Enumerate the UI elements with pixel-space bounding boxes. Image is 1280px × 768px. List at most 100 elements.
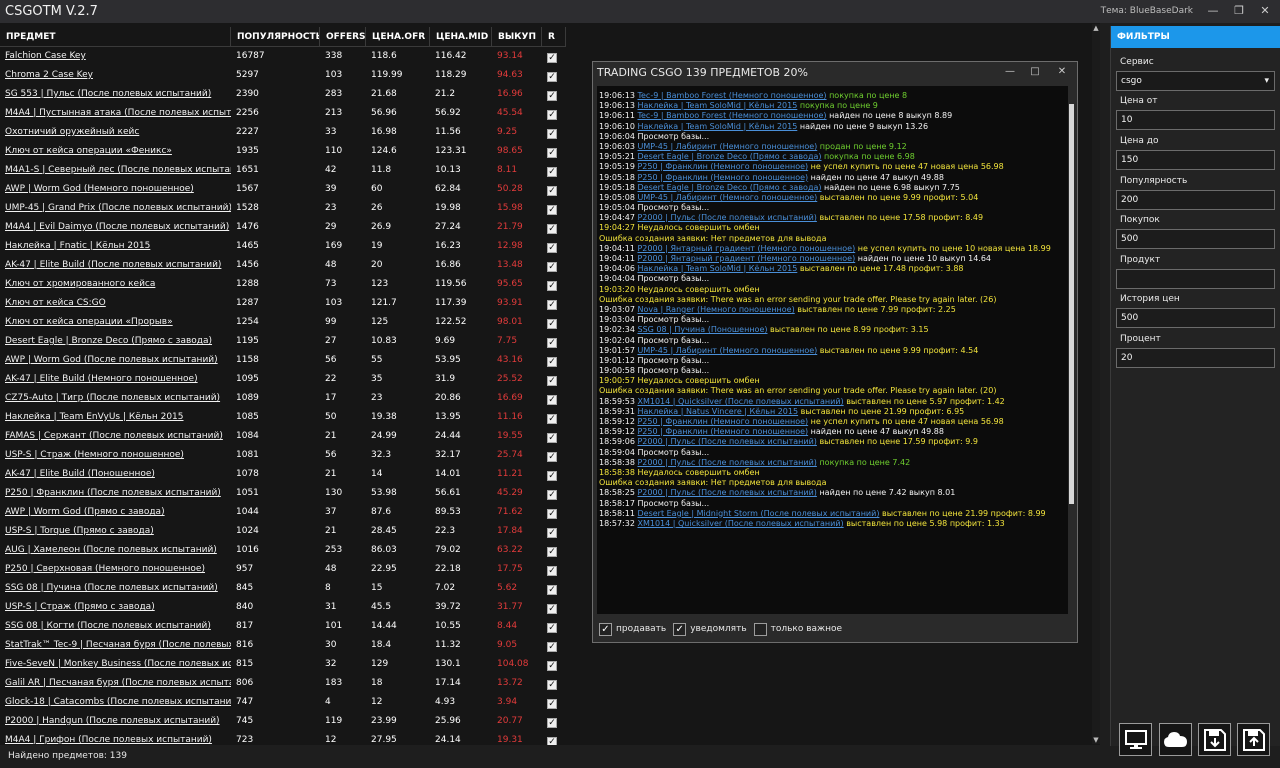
table-row[interactable]: SSG 08 | Когти (После полевых испытаний)…: [0, 617, 566, 636]
table-row[interactable]: Ключ от кейса CS:GO 1287 103 121.7 117.39 93.…: [0, 294, 566, 313]
item-name-cell[interactable]: Ключ от кейса операции «Прорыв»: [0, 313, 231, 332]
trading-maximize-icon[interactable]: □: [1026, 64, 1044, 80]
r-checkbox[interactable]: ✓: [547, 376, 557, 386]
table-row[interactable]: SG 553 | Пульс (После полевых испытаний)…: [0, 85, 566, 104]
log-item-link[interactable]: SSG 08 | Пучина (Поношенное): [637, 325, 767, 334]
log-item-link[interactable]: P2000 | Пульс (После полевых испытаний): [637, 488, 816, 497]
r-checkbox[interactable]: ✓: [547, 699, 557, 709]
item-name-cell[interactable]: CZ75-Auto | Тигр (После полевых испытани…: [0, 389, 231, 408]
item-name-cell[interactable]: AWP | Worm God (Прямо с завода): [0, 503, 231, 522]
r-checkbox[interactable]: ✓: [547, 53, 557, 63]
table-row[interactable]: AWP | Worm God (Немного поношенное) 1567 3…: [0, 180, 566, 199]
r-checkbox[interactable]: ✓: [547, 566, 557, 576]
item-name-cell[interactable]: AK-47 | Elite Build (Немного поношенное): [0, 370, 231, 389]
r-checkbox[interactable]: ✓: [547, 433, 557, 443]
table-row[interactable]: Galil AR | Песчаная буря (После полевых …: [0, 674, 566, 693]
log-item-link[interactable]: Desert Eagle | Midnight Storm (После пол…: [637, 509, 879, 518]
table-row[interactable]: CZ75-Auto | Тигр (После полевых испытани…: [0, 389, 566, 408]
table-row[interactable]: Наклейка | Fnatic | Кёльн 2015 1465 169 19 1…: [0, 237, 566, 256]
table-row[interactable]: USP-S | Torque (Прямо с завода) 1024 21 28.…: [0, 522, 566, 541]
item-name-cell[interactable]: StatTrak™ Tec-9 | Песчаная буря (После п…: [0, 636, 231, 655]
table-scrollbar[interactable]: ▲ ▼: [1092, 24, 1100, 744]
r-checkbox[interactable]: ✓: [547, 718, 557, 728]
item-name-cell[interactable]: Galil AR | Песчаная буря (После полевых …: [0, 674, 231, 693]
percent-input[interactable]: 20: [1116, 348, 1275, 368]
log-item-link[interactable]: P2000 | Пульс (После полевых испытаний): [637, 213, 816, 222]
item-name-cell[interactable]: Ключ от хромированного кейса: [0, 275, 231, 294]
log-item-link[interactable]: Desert Eagle | Bronze Deco (Прямо с заво…: [637, 152, 821, 161]
table-row[interactable]: AWP | Worm God (После полевых испытаний)…: [0, 351, 566, 370]
r-checkbox[interactable]: ✓: [547, 414, 557, 424]
log-item-link[interactable]: UMP-45 | Лабиринт (Немного поношенное): [637, 193, 817, 202]
log-item-link[interactable]: P2000 | Пульс (После полевых испытаний): [637, 458, 816, 467]
trading-minimize-icon[interactable]: —: [1001, 64, 1019, 80]
item-name-cell[interactable]: Ключ от кейса операции «Феникс»: [0, 142, 231, 161]
table-row[interactable]: M4A4 | Пустынная атака (После полевых ис…: [0, 104, 566, 123]
table-row[interactable]: FAMAS | Сержант (После полевых испытаний…: [0, 427, 566, 446]
log-item-link[interactable]: XM1014 | Quicksilver (После полевых испы…: [637, 519, 843, 528]
r-checkbox[interactable]: ✓: [547, 642, 557, 652]
scroll-down-icon[interactable]: ▼: [1092, 736, 1100, 744]
table-row[interactable]: Falchion Case Key 16787 338 118.6 116.42 93.1…: [0, 47, 566, 66]
theme-label[interactable]: Тема: BlueBaseDark: [1101, 6, 1193, 16]
log-item-link[interactable]: Tec-9 | Bamboo Forest (Немного поношенно…: [637, 111, 826, 120]
item-name-cell[interactable]: Ключ от кейса CS:GO: [0, 294, 231, 313]
log-item-link[interactable]: P250 | Франклин (Немного поношенное): [637, 417, 808, 426]
item-name-cell[interactable]: SSG 08 | Когти (После полевых испытаний): [0, 617, 231, 636]
log-item-link[interactable]: P2000 | Пульс (После полевых испытаний): [637, 437, 816, 446]
r-checkbox[interactable]: ✓: [547, 186, 557, 196]
column-header-popularity[interactable]: ПОПУЛЯРНОСТЬ: [231, 27, 320, 46]
table-row[interactable]: AWP | Worm God (Прямо с завода) 1044 37 87.…: [0, 503, 566, 522]
item-name-cell[interactable]: AWP | Worm God (После полевых испытаний): [0, 351, 231, 370]
item-name-cell[interactable]: M4A4 | Пустынная атака (После полевых ис…: [0, 104, 231, 123]
item-name-cell[interactable]: Наклейка | Team EnVyUs | Кёльн 2015: [0, 408, 231, 427]
r-checkbox[interactable]: ✓: [547, 281, 557, 291]
log-scrollbar[interactable]: [1068, 86, 1075, 614]
item-name-cell[interactable]: P250 | Сверхновая (Немного поношенное): [0, 560, 231, 579]
r-checkbox[interactable]: ✓: [547, 471, 557, 481]
log-item-link[interactable]: Nova | Ranger (Немного поношенное): [637, 305, 794, 314]
sell-checkbox[interactable]: ✓: [599, 622, 612, 636]
column-header-price-ofr[interactable]: ЦЕНА.OFR: [366, 27, 430, 46]
trading-close-icon[interactable]: ✕: [1053, 64, 1071, 80]
table-row[interactable]: P2000 | Handgun (После полевых испытаний…: [0, 712, 566, 731]
table-row[interactable]: AK-47 | Elite Build (После полевых испыт…: [0, 256, 566, 275]
r-checkbox[interactable]: ✓: [547, 547, 557, 557]
log-item-link[interactable]: UMP-45 | Лабиринт (Немного поношенное): [637, 346, 817, 355]
r-checkbox[interactable]: ✓: [547, 72, 557, 82]
item-name-cell[interactable]: Glock-18 | Catacombs (После полевых испы…: [0, 693, 231, 712]
log-item-link[interactable]: Tec-9 | Bamboo Forest (Немного поношенно…: [637, 91, 826, 100]
item-name-cell[interactable]: SG 553 | Пульс (После полевых испытаний): [0, 85, 231, 104]
log-item-link[interactable]: P250 | Франклин (Немного поношенное): [637, 162, 808, 171]
table-row[interactable]: M4A4 | Грифон (После полевых испытаний) 7…: [0, 731, 566, 745]
item-name-cell[interactable]: SSG 08 | Пучина (После полевых испытаний…: [0, 579, 231, 598]
log-item-link[interactable]: P2000 | Янтарный градиент (Немного понош…: [637, 244, 855, 253]
price-history-input[interactable]: 500: [1116, 308, 1275, 328]
table-row[interactable]: AK-47 | Elite Build (Немного поношенное)…: [0, 370, 566, 389]
log-item-link[interactable]: Наклейка | Team SoloMid | Кёльн 2015: [637, 101, 797, 110]
log-item-link[interactable]: P2000 | Янтарный градиент (Немного понош…: [637, 254, 855, 263]
r-checkbox[interactable]: ✓: [547, 129, 557, 139]
r-checkbox[interactable]: ✓: [547, 300, 557, 310]
log-item-link[interactable]: UMP-45 | Лабиринт (Немного поношенное): [637, 142, 817, 151]
r-checkbox[interactable]: ✓: [547, 357, 557, 367]
r-checkbox[interactable]: ✓: [547, 585, 557, 595]
r-checkbox[interactable]: ✓: [547, 395, 557, 405]
item-name-cell[interactable]: UMP-45 | Grand Prix (После полевых испыт…: [0, 199, 231, 218]
r-checkbox[interactable]: ✓: [547, 167, 557, 177]
log-scroll-thumb[interactable]: [1069, 104, 1074, 504]
r-checkbox[interactable]: ✓: [547, 319, 557, 329]
item-name-cell[interactable]: AK-47 | Elite Build (После полевых испыт…: [0, 256, 231, 275]
r-checkbox[interactable]: ✓: [547, 205, 557, 215]
r-checkbox[interactable]: ✓: [547, 91, 557, 101]
table-row[interactable]: Наклейка | Team EnVyUs | Кёльн 2015 1085 5…: [0, 408, 566, 427]
item-name-cell[interactable]: AUG | Хамелеон (После полевых испытаний): [0, 541, 231, 560]
item-name-cell[interactable]: Chroma 2 Case Key: [0, 66, 231, 85]
important-only-checkbox[interactable]: [753, 622, 767, 636]
item-name-cell[interactable]: M4A1-S | Северный лес (После полевых исп…: [0, 161, 231, 180]
table-row[interactable]: M4A1-S | Северный лес (После полевых исп…: [0, 161, 566, 180]
r-checkbox[interactable]: ✓: [547, 528, 557, 538]
table-row[interactable]: AUG | Хамелеон (После полевых испытаний)…: [0, 541, 566, 560]
r-checkbox[interactable]: ✓: [547, 452, 557, 462]
table-row[interactable]: SSG 08 | Пучина (После полевых испытаний…: [0, 579, 566, 598]
